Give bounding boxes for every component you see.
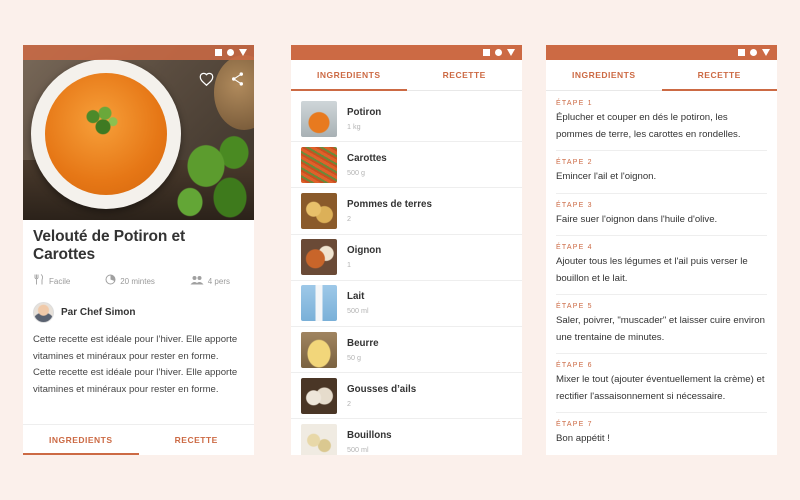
step-label: ÉTAPE 1 [556,100,593,107]
list-item: ÉTAPE 7 Bon appétit ! [556,413,767,455]
step-text: Mixer le tout (ajouter éventuellement la… [556,374,765,402]
triangle-icon [239,49,247,56]
step-label: ÉTAPE 3 [556,201,593,209]
ingredient-name: Beurre [347,337,379,349]
garlic-thumbnail [301,377,337,414]
utensils-icon [33,274,45,288]
recipe-title: Velouté de Potiron et Carottes [33,228,186,263]
list-item[interactable]: Oignon 1 [291,235,522,281]
ingredient-name: Bouillons [347,429,392,441]
tab-recette[interactable]: RECETTE [661,60,778,91]
step-label: ÉTAPE 2 [556,159,593,166]
top-tab-bar: INGREDIENTS RECETTE [546,60,777,91]
list-item[interactable]: Carottes 500 g [291,142,522,189]
avatar [33,302,54,323]
ingredient-list: Potiron 1 kg Carottes 500 g Pommes de te… [291,91,522,455]
ingredient-quantity: 50 g [347,352,361,362]
square-icon [483,49,490,56]
status-bar [291,45,522,60]
heart-icon[interactable] [199,72,214,89]
stock-cubes-thumbnail [301,423,337,455]
ingredient-name: Gousses d’ails [347,383,417,395]
list-item: ÉTAPE 3 Faire suer l'oignon dans l'huile… [556,194,767,236]
author-row[interactable]: Par Chef Simon [23,288,254,323]
ingredient-quantity: 1 [347,260,351,270]
ingredient-quantity: 2 [347,213,351,223]
circle-icon [495,49,502,56]
ingredient-name: Carottes [347,152,387,164]
step-label: ÉTAPE 4 [556,244,593,251]
status-bar [23,45,254,60]
timer-icon [105,274,116,288]
tab-recette[interactable]: RECETTE [139,425,255,455]
triangle-icon [762,49,770,56]
recipe-meta: Facile 20 mintes 4 pers [23,264,254,288]
step-text: Éplucher et couper en dés le potiron, le… [556,112,741,140]
tab-ingredients[interactable]: INGREDIENTS [291,60,407,91]
step-text: Saler, poivrer, "muscader" et laisser cu… [556,315,765,343]
step-label: ÉTAPE 7 [556,421,593,428]
bottom-tab-bar: INGREDIENTS RECETTE [23,424,254,455]
share-icon[interactable] [231,72,244,89]
step-label: ÉTAPE 6 [556,362,593,369]
step-text: Ajouter tous les légumes et l'ail puis v… [556,256,748,284]
ingredient-quantity: 500 ml [347,306,369,316]
duration-label: 20 mintes [120,276,155,286]
top-tab-bar: INGREDIENTS RECETTE [291,60,522,91]
list-item[interactable]: Gousses d’ails 2 [291,373,522,420]
tab-ingredients[interactable]: INGREDIENTS [23,425,139,455]
tab-recette[interactable]: RECETTE [407,60,523,90]
carrots-thumbnail [301,146,337,183]
list-item: ÉTAPE 1 Éplucher et couper en dés le pot… [556,91,767,151]
ingredient-name: Oignon [347,245,382,257]
list-item[interactable]: Beurre 50 g [291,327,522,374]
people-icon [190,275,204,288]
servings-label: 4 pers [207,276,230,286]
step-text: Faire suer l'oignon dans l'huile d'olive… [556,213,718,225]
recipe-steps-screen: INGREDIENTS RECETTE ÉTAPE 1 Éplucher et … [546,45,777,455]
ingredient-name: Pommes de terres [347,198,432,210]
list-item[interactable]: Lait 500 ml [291,281,522,327]
triangle-icon [507,49,515,56]
ingredient-quantity: 500 g [347,167,365,177]
list-item[interactable]: Pommes de terres 2 [291,188,522,235]
status-bar [546,45,777,60]
square-icon [738,49,745,56]
list-item: ÉTAPE 5 Saler, poivrer, "muscader" et la… [556,295,767,354]
step-text: Emincer l'ail et l'oignon. [556,171,657,182]
list-item[interactable]: Potiron 1 kg [291,96,522,143]
circle-icon [227,49,234,56]
list-item: ÉTAPE 4 Ajouter tous les légumes et l'ai… [556,236,767,295]
recipe-detail-screen: Velouté de Potiron et Carottes Facile 20… [23,45,254,455]
author-name: Par Chef Simon [61,307,136,318]
list-item: ÉTAPE 6 Mixer le tout (ajouter éventuell… [556,354,767,413]
ingredient-quantity: 1 kg [347,121,361,131]
list-item: ÉTAPE 2 Emincer l'ail et l'oignon. [556,151,767,194]
potatoes-thumbnail [301,192,337,229]
ingredient-name: Lait [347,291,365,303]
step-label: ÉTAPE 5 [556,303,593,310]
milk-thumbnail [301,285,337,322]
difficulty-label: Facile [49,276,71,286]
pumpkin-thumbnail [301,100,337,137]
onion-thumbnail [301,239,337,276]
square-icon [215,49,222,56]
step-list: ÉTAPE 1 Éplucher et couper en dés le pot… [546,91,777,455]
circle-icon [750,49,757,56]
tab-ingredients[interactable]: INGREDIENTS [546,60,662,90]
ingredient-name: Potiron [347,106,382,118]
ingredient-quantity: 2 [347,398,351,408]
recipe-hero-image [23,45,254,220]
recipe-description: Cette recette est idéale pour l’hiver. E… [33,334,238,395]
list-item[interactable]: Bouillons 500 ml [291,419,522,455]
step-text: Bon appétit ! [556,433,610,444]
ingredient-quantity: 500 ml [347,444,369,454]
butter-thumbnail [301,331,337,368]
ingredients-screen: INGREDIENTS RECETTE Potiron 1 kg Carotte… [291,45,522,455]
